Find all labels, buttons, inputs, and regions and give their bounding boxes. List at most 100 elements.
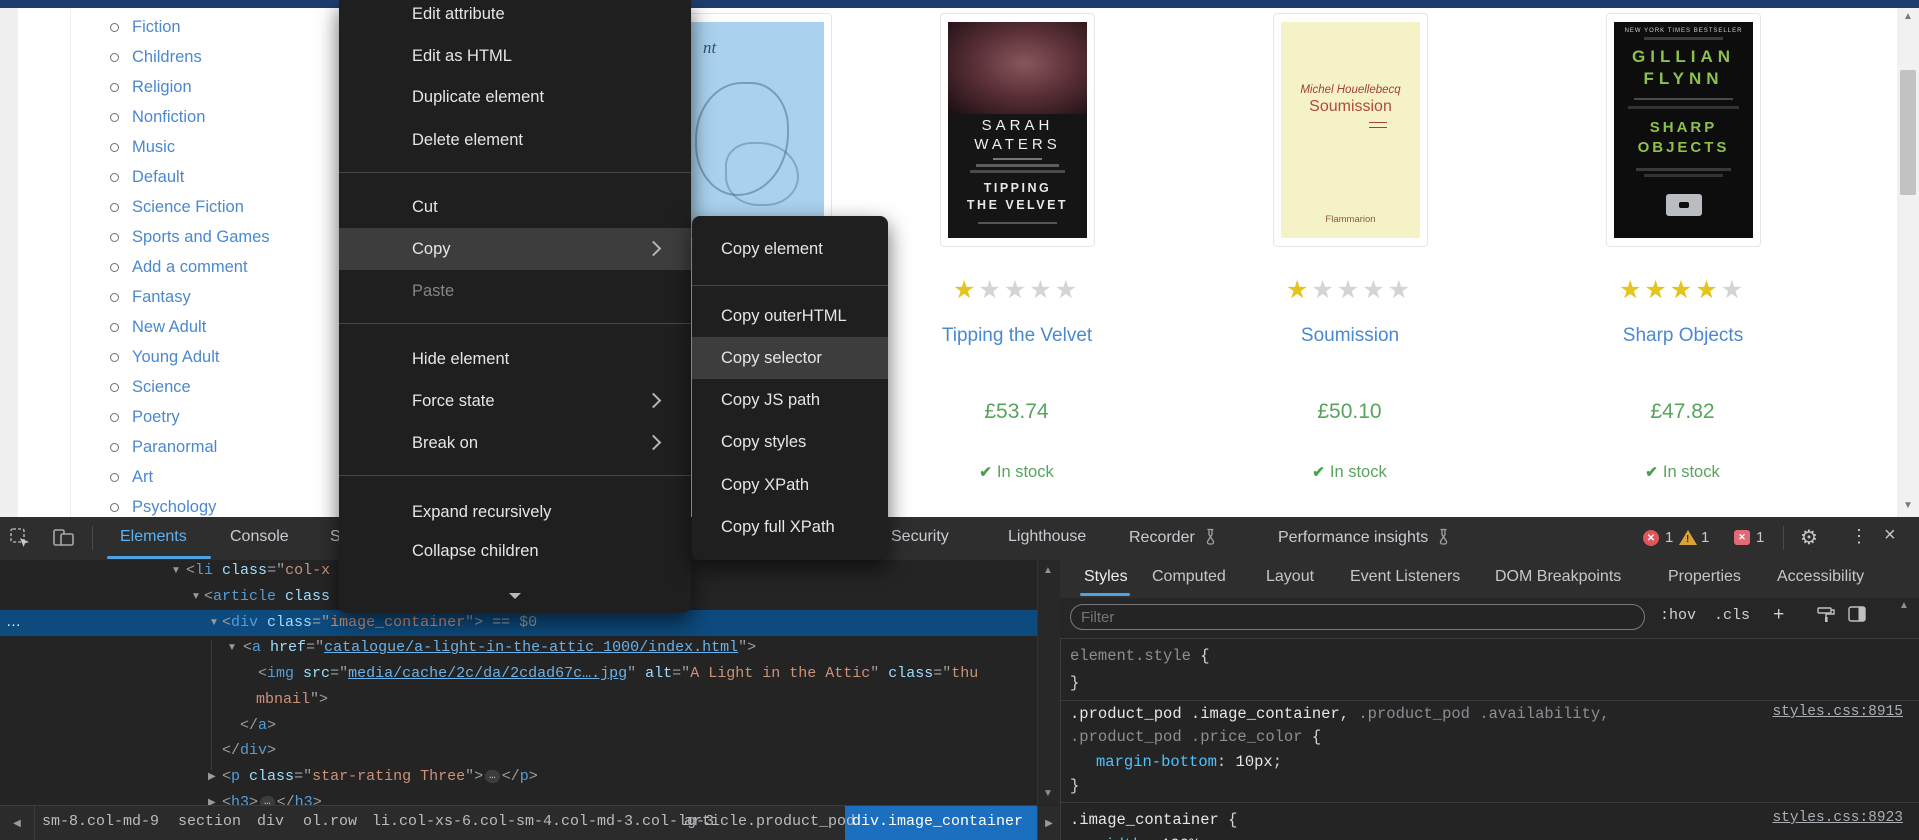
breadcrumb-item[interactable]: article.product_pod (684, 813, 855, 830)
tab-performance-insights[interactable]: Performance insights (1278, 528, 1451, 547)
expand-arrow-closed-icon[interactable]: ▶ (208, 764, 216, 789)
book-card-sharp-objects[interactable]: NEW YORK TIMES BESTSELLER GILLIAN FLYNN SHA… (1606, 13, 1761, 247)
tab-console[interactable]: Console (230, 528, 289, 546)
error-count[interactable]: 1 (1665, 529, 1673, 546)
menu-item-delete-element[interactable]: Delete element (339, 119, 691, 161)
category-link[interactable]: Psychology (132, 498, 216, 517)
dom-node-line[interactable]: </div> (222, 738, 276, 763)
dom-node-line[interactable]: <a href="catalogue/a-light-in-the-attic_… (243, 635, 756, 660)
sidebar-tab-properties[interactable]: Properties (1668, 568, 1741, 586)
sidebar-item-fantasy[interactable]: Fantasy (110, 282, 330, 312)
book-card-tipping-the-velvet[interactable]: SARAH WATERS TIPPING THE VELVET (940, 13, 1095, 247)
category-link[interactable]: Poetry (132, 408, 180, 427)
expand-arrow-open-icon[interactable]: ▼ (171, 560, 181, 583)
sidebar-item-sports-and-games[interactable]: Sports and Games (110, 222, 330, 252)
tab-elements[interactable]: Elements (120, 528, 187, 546)
sidebar-item-music[interactable]: Music (110, 132, 330, 162)
sidebar-item-religion[interactable]: Religion (110, 72, 330, 102)
book-cover[interactable]: Michel Houellebecq Soumission Flammarion (1281, 22, 1420, 238)
css-rule-line[interactable]: } (1070, 671, 1079, 695)
sidebar-item-science[interactable]: Science (110, 372, 330, 402)
elements-scroll-down-icon[interactable]: ▼ (1043, 789, 1053, 799)
sidebar-item-fiction[interactable]: Fiction (110, 12, 330, 42)
expand-arrow-closed-icon[interactable]: ▶ (208, 790, 216, 805)
category-link[interactable]: Young Adult (132, 348, 219, 367)
sidebar-item-paranormal[interactable]: Paranormal (110, 432, 330, 462)
device-toolbar-icon[interactable] (52, 527, 76, 554)
dom-node-line[interactable]: mbnail"> (256, 687, 328, 712)
breadcrumb-item-selected[interactable]: div.image_container (852, 813, 1023, 830)
page-scroll-down-icon[interactable]: ▼ (1903, 501, 1913, 511)
dom-node-line[interactable]: <p class="star-rating Three">… </p> (222, 764, 538, 789)
sidebar-tab-layout[interactable]: Layout (1266, 568, 1314, 586)
sidebar-item-add-a-comment[interactable]: Add a comment (110, 252, 330, 282)
page-scrollbar-thumb[interactable] (1900, 70, 1916, 195)
book-card-a-light-in-the-attic[interactable]: nt (677, 13, 832, 247)
paint-roller-icon[interactable] (1817, 607, 1835, 628)
menu-item-edit-as-html[interactable]: Edit as HTML (339, 35, 691, 77)
category-link[interactable]: Childrens (132, 48, 202, 67)
menu-item-edit-attribute[interactable]: Edit attribute (339, 0, 691, 35)
book-title-link[interactable]: Sharp Objects (1553, 325, 1813, 347)
menu-item-force-state[interactable]: Force state (339, 380, 691, 422)
book-card-soumission[interactable]: Michel Houellebecq Soumission Flammarion (1273, 13, 1428, 247)
devtools-menu-kebab-icon[interactable]: ⋮ (1850, 526, 1868, 547)
menu-scroll-caret-icon[interactable] (509, 593, 521, 599)
breadcrumb-scroll-left-icon[interactable]: ◀ (0, 806, 35, 840)
sidebar-item-nonfiction[interactable]: Nonfiction (110, 102, 330, 132)
menu-item-copy-selector[interactable]: Copy selector (692, 337, 888, 379)
css-rule-line[interactable]: element.style { (1070, 644, 1210, 668)
sidebar-item-art[interactable]: Art (110, 462, 330, 492)
breadcrumb-item[interactable]: section (178, 813, 241, 830)
sidebar-item-science-fiction[interactable]: Science Fiction (110, 192, 330, 222)
new-style-rule-plus[interactable]: + (1773, 604, 1784, 626)
sidebar-item-childrens[interactable]: Childrens (110, 42, 330, 72)
menu-item-paste[interactable]: Paste (339, 270, 691, 312)
dom-node-line[interactable]: </a> (240, 713, 276, 738)
css-rule-line[interactable]: width: 100%; (1096, 833, 1208, 840)
elements-scrollbar[interactable] (1037, 560, 1062, 805)
tab-security[interactable]: Security (891, 528, 949, 546)
book-title-link[interactable]: Tipping the Velvet (887, 325, 1147, 347)
menu-item-copy[interactable]: Copy (339, 228, 691, 270)
sidebar-item-default[interactable]: Default (110, 162, 330, 192)
menu-item-copy-styles[interactable]: Copy styles (692, 421, 888, 463)
tab-recorder[interactable]: Recorder (1129, 528, 1218, 547)
category-link[interactable]: Art (132, 468, 153, 487)
book-cover[interactable]: NEW YORK TIMES BESTSELLER GILLIAN FLYNN SHA… (1614, 22, 1753, 238)
book-title-link[interactable]: Soumission (1220, 325, 1480, 347)
error-count-icon[interactable]: ✕ (1643, 530, 1659, 546)
devtools-close-icon[interactable]: × (1884, 524, 1896, 547)
sidebar-item-poetry[interactable]: Poetry (110, 402, 330, 432)
menu-item-break-on[interactable]: Break on (339, 422, 691, 464)
stylesheet-source-link[interactable]: styles.css:8915 (1772, 704, 1903, 720)
category-link[interactable]: Fantasy (132, 288, 191, 307)
breadcrumb-item[interactable]: ol.row (303, 813, 357, 830)
breadcrumb-item[interactable]: li.col-xs-6.col-sm-4.col-md-3.col-lg-3 (372, 813, 714, 830)
stylesheet-source-link[interactable]: styles.css:8923 (1772, 810, 1903, 826)
category-link[interactable]: Add a comment (132, 258, 248, 277)
category-link[interactable]: Paranormal (132, 438, 217, 457)
menu-item-copy-js-path[interactable]: Copy JS path (692, 379, 888, 421)
menu-item-cut[interactable]: Cut (339, 186, 691, 228)
row-options-kebab-icon[interactable]: … (6, 610, 22, 635)
sidebar-item-young-adult[interactable]: Young Adult (110, 342, 330, 372)
menu-item-duplicate-element[interactable]: Duplicate element (339, 76, 691, 118)
category-link[interactable]: Nonfiction (132, 108, 205, 127)
menu-item-copy-xpath[interactable]: Copy XPath (692, 464, 888, 506)
inspect-icon[interactable] (9, 527, 31, 554)
toggle-hov[interactable]: :hov (1660, 607, 1696, 624)
breadcrumb-item[interactable]: sm-8.col-md-9 (42, 813, 159, 830)
category-link[interactable]: Science Fiction (132, 198, 244, 217)
css-rule-line[interactable]: .product_pod .image_container, .product_… (1070, 702, 1610, 726)
menu-item-copy-element[interactable]: Copy element (692, 228, 888, 270)
issues-icon[interactable]: ✕ (1734, 530, 1750, 545)
css-rule-line[interactable]: .product_pod .price_color { (1070, 725, 1321, 749)
styles-scroll-up-icon[interactable]: ▲ (1899, 601, 1909, 611)
styles-filter-input[interactable] (1070, 604, 1645, 630)
category-link[interactable]: Science (132, 378, 191, 397)
menu-item-hide-element[interactable]: Hide element (339, 338, 691, 380)
collapsed-content-pill[interactable]: … (485, 770, 500, 783)
breadcrumb-item[interactable]: div (257, 813, 284, 830)
issues-count[interactable]: 1 (1756, 529, 1764, 546)
